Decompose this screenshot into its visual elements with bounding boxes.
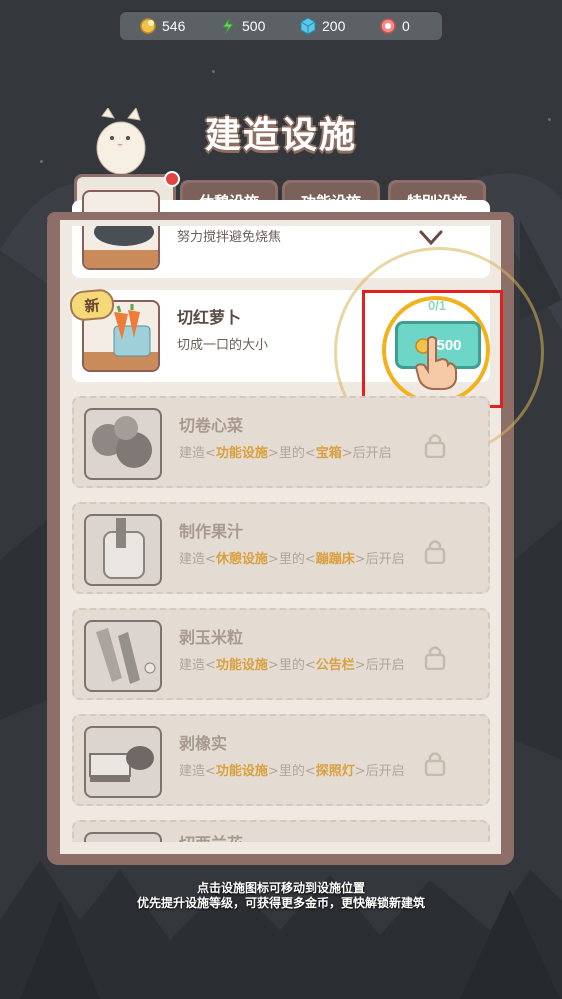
coin-value: 546 (162, 17, 186, 34)
hint-line-1: 点击设施图标可移动到设施位置 (196, 881, 365, 895)
facility-thumbnail (84, 514, 162, 586)
notification-dot (164, 171, 180, 187)
cube-icon (298, 16, 318, 36)
page-title: 建造设施 (204, 115, 357, 156)
facility-thumbnail (84, 620, 162, 692)
item-name: 制作果汁 (179, 522, 244, 541)
lock-icon (424, 434, 446, 458)
coin-icon (138, 16, 158, 36)
highlight-box (362, 290, 503, 408)
item-name: 剥玉米粒 (179, 628, 244, 647)
list-item-locked[interactable]: 制作果汁 建造<休憩设施>里的<蹦蹦床>后开启 (72, 502, 490, 594)
flower-icon (378, 16, 398, 36)
facility-thumbnail (82, 190, 160, 270)
coin-counter: 546 (120, 16, 200, 36)
facility-thumbnail (84, 726, 162, 798)
flower-counter: 0 (360, 16, 440, 36)
unlock-condition: 建造<休憩设施>里的<蹦蹦床>后开启 (179, 552, 405, 567)
item-name: 切卷心菜 (179, 416, 244, 435)
list-bottom-mask (60, 842, 501, 854)
lock-icon (424, 752, 446, 776)
unlock-condition: 建造<功能设施>里的<探照灯>后开启 (179, 764, 405, 779)
lightning-icon (218, 16, 238, 36)
unlock-condition: 建造<功能设施>里的<宝箱>后开启 (179, 446, 392, 461)
resource-bar: 546 500 200 0 (120, 11, 442, 40)
panel-bottom-edge (47, 854, 514, 865)
gem-value: 200 (322, 17, 346, 34)
unlock-condition: 建造<功能设施>里的<公告栏>后开启 (179, 658, 405, 673)
item-name: 切红萝卜 (177, 308, 242, 327)
hint-line-2: 优先提升设施等级，可获得更多金币，更快解锁新建筑 (136, 896, 425, 910)
list-item-locked[interactable]: 剥玉米粒 建造<功能设施>里的<公告栏>后开启 (72, 608, 490, 700)
item-desc: 努力搅拌避免烧焦 (177, 230, 282, 245)
footer-hint: 点击设施图标可移动到设施位置 优先提升设施等级，可获得更多金币，更快解锁新建筑 (0, 881, 562, 911)
list-item-locked[interactable]: 切卷心菜 建造<功能设施>里的<宝箱>后开启 (72, 396, 490, 488)
gem-counter: 200 (280, 16, 360, 36)
chevron-down-icon[interactable] (418, 228, 444, 248)
panel-top-edge (47, 212, 514, 220)
energy-value: 500 (242, 17, 266, 34)
lock-icon (424, 646, 446, 670)
item-name: 剥橡实 (179, 734, 228, 753)
energy-counter: 500 (200, 16, 280, 36)
flower-value: 0 (402, 17, 410, 34)
lock-icon (424, 540, 446, 564)
facility-thumbnail (84, 408, 162, 480)
item-desc: 切成一口的大小 (177, 338, 269, 353)
list-item-locked[interactable]: 剥橡实 建造<功能设施>里的<探照灯>后开启 (72, 714, 490, 806)
